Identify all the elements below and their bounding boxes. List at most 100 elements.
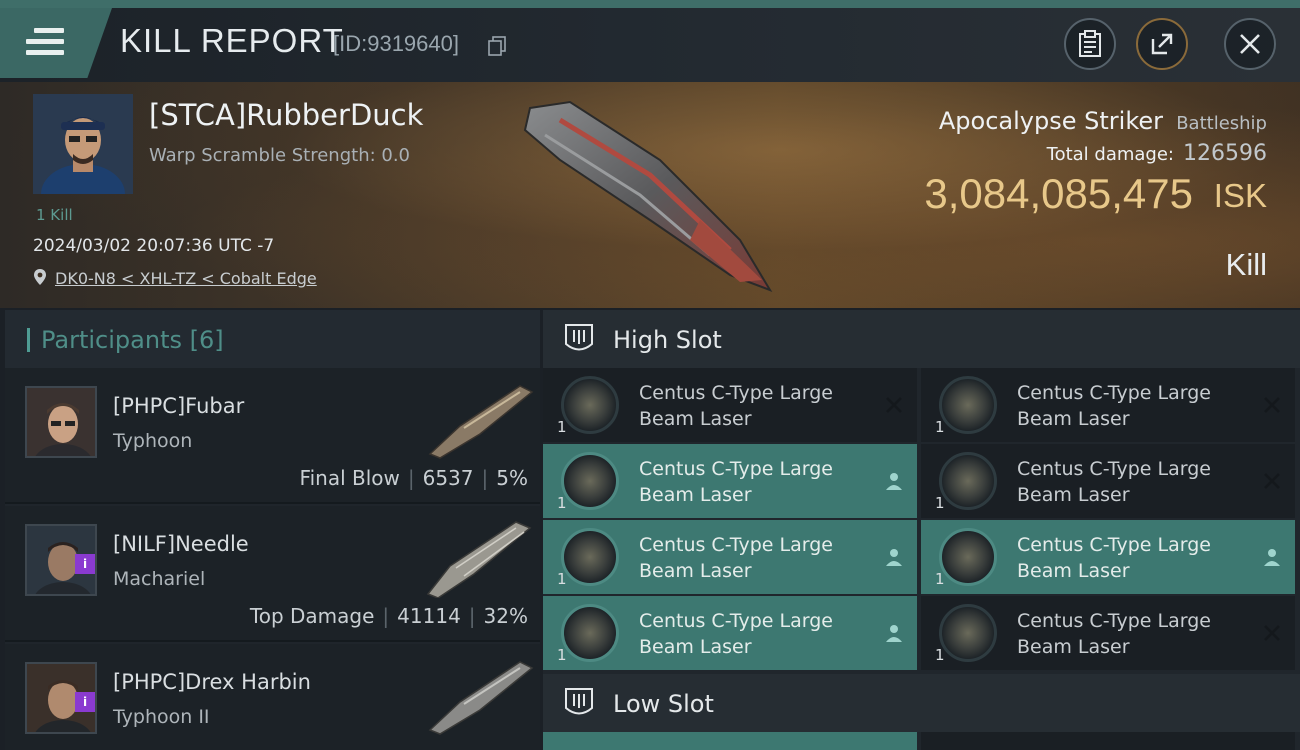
stats-separator: | (468, 604, 476, 628)
item-name: Centus C-Type Large Beam Laser (639, 458, 833, 506)
high-slot-header: High Slot (543, 310, 1300, 368)
participant-row[interactable]: i [NILF]Needle Machariel Top Damage | 4111… (5, 506, 540, 642)
high-slot-title: High Slot (613, 326, 722, 354)
dropped-icon (1264, 549, 1280, 566)
kill-type: Kill (1225, 247, 1267, 282)
close-icon (1240, 34, 1260, 54)
share-button[interactable] (1136, 18, 1188, 70)
participant-stats: Top Damage | 41114 | 32% (250, 604, 528, 628)
destroyed-icon (1264, 473, 1280, 489)
clipboard-icon (1079, 30, 1101, 57)
participant-name[interactable]: [PHPC]Fubar (113, 394, 244, 418)
item-name: Centus C-Type Large Beam Laser (639, 610, 833, 658)
high-slot-icon (565, 324, 593, 351)
item-name: Centus C-Type Large Beam Laser (1017, 610, 1211, 658)
participant-ship: Typhoon (113, 430, 193, 452)
stats-separator: | (481, 466, 489, 490)
slot-item[interactable]: 1 Centus C-Type Large Beam Laser (543, 368, 917, 442)
slot-item[interactable]: 1 Centus C-Type Large Beam Laser (921, 520, 1295, 594)
kill-datetime: 2024/03/02 20:07:36 UTC -7 (33, 236, 275, 256)
info-badge-icon: i (75, 692, 95, 712)
victim-ship-image (523, 100, 773, 292)
participant-damage: 41114 (397, 604, 461, 628)
participant-row[interactable]: i [PHPC]Drex Harbin Typhoon II (5, 644, 540, 750)
menu-button[interactable] (0, 8, 112, 78)
participants-header: Participants [6] (5, 310, 540, 368)
victim-ship-name[interactable]: Apocalypse Striker (939, 107, 1163, 135)
victim-ship-class: Battleship (1176, 113, 1267, 134)
stats-separator: | (407, 466, 415, 490)
hamburger-icon (26, 28, 64, 56)
stats-separator: | (382, 604, 390, 628)
share-icon (1151, 33, 1173, 55)
victim-portrait[interactable] (33, 94, 133, 194)
item-quantity: 1 (935, 418, 945, 436)
participant-percent: 32% (483, 604, 528, 628)
module-icon (939, 452, 997, 510)
total-damage-value: 126596 (1183, 141, 1267, 166)
item-quantity: 1 (557, 570, 567, 588)
item-quantity: 1 (935, 570, 945, 588)
participant-name[interactable]: [PHPC]Drex Harbin (113, 670, 311, 694)
participants-panel: Participants [6] [PHPC]Fubar Typhoon Fin… (5, 310, 540, 750)
item-name: Centus C-Type Large Beam Laser (639, 382, 833, 430)
module-icon (561, 528, 619, 586)
slot-item[interactable]: 1 Centus C-Type Large Beam Laser (921, 444, 1295, 518)
low-slot-icon (565, 688, 593, 715)
warp-scramble-strength: Warp Scramble Strength: 0.0 (149, 145, 411, 166)
info-badge-icon: i (75, 554, 95, 574)
participant-ship-image (428, 661, 534, 735)
close-button[interactable] (1224, 18, 1276, 70)
slot-item[interactable]: 1 Centus C-Type Large Beam Laser (543, 596, 917, 670)
dropped-icon (886, 625, 902, 642)
location-link[interactable]: DK0-N8 < XHL-TZ < Cobalt Edge (55, 269, 317, 288)
item-quantity: 1 (557, 418, 567, 436)
participant-damage: 6537 (422, 466, 474, 490)
clipboard-button[interactable] (1064, 18, 1116, 70)
kill-count: 1 Kill (36, 206, 73, 224)
participant-row[interactable]: [PHPC]Fubar Typhoon Final Blow | 6537 | 5% (5, 368, 540, 504)
module-icon (561, 452, 619, 510)
header-accent-bar (27, 328, 30, 352)
destroyed-icon (1264, 625, 1280, 641)
item-name: Centus C-Type Large Beam Laser (1017, 382, 1211, 430)
location-pin-icon (34, 269, 46, 285)
victim-avatar (33, 94, 133, 194)
item-quantity: 1 (557, 494, 567, 512)
slot-item-partial[interactable] (543, 732, 917, 750)
slot-item[interactable]: 1 Centus C-Type Large Beam Laser (921, 596, 1295, 670)
item-quantity: 1 (935, 494, 945, 512)
participant-name[interactable]: [NILF]Needle (113, 532, 249, 556)
dropped-icon (886, 473, 902, 490)
participant-avatar (25, 386, 97, 458)
participant-percent: 5% (496, 466, 528, 490)
participants-title: Participants [6] (41, 326, 224, 354)
total-damage-label: Total damage: (1046, 144, 1174, 165)
item-name: Centus C-Type Large Beam Laser (1017, 534, 1211, 582)
module-icon (939, 376, 997, 434)
slot-item[interactable]: 1 Centus C-Type Large Beam Laser (921, 368, 1295, 442)
item-quantity: 1 (557, 646, 567, 664)
victim-name[interactable]: [STCA]RubberDuck (149, 98, 423, 132)
top-bar: KILL REPORT [ID:9319640] (0, 0, 1300, 82)
page-title: KILL REPORT (120, 22, 344, 59)
participant-ship-image (428, 385, 534, 459)
module-icon (561, 376, 619, 434)
destroyed-icon (886, 397, 902, 413)
low-slot-title: Low Slot (613, 690, 714, 718)
module-icon (939, 528, 997, 586)
module-icon (939, 604, 997, 662)
fitting-panel: High Slot 1 Centus C-Type Large Beam Lase… (543, 310, 1300, 750)
slot-item[interactable]: 1 Centus C-Type Large Beam Laser (543, 444, 917, 518)
slot-item[interactable]: 1 Centus C-Type Large Beam Laser (543, 520, 917, 594)
low-slot-header: Low Slot (543, 674, 1300, 732)
slot-item-partial[interactable] (921, 732, 1295, 750)
participant-ship: Machariel (113, 568, 206, 590)
module-icon (561, 604, 619, 662)
participant-role: Final Blow (299, 466, 400, 490)
copy-icon[interactable] (488, 36, 506, 56)
item-quantity: 1 (935, 646, 945, 664)
participant-stats: Final Blow | 6537 | 5% (300, 466, 528, 490)
participant-role: Top Damage (249, 604, 375, 628)
isk-value: 3,084,085,475 (924, 170, 1193, 217)
